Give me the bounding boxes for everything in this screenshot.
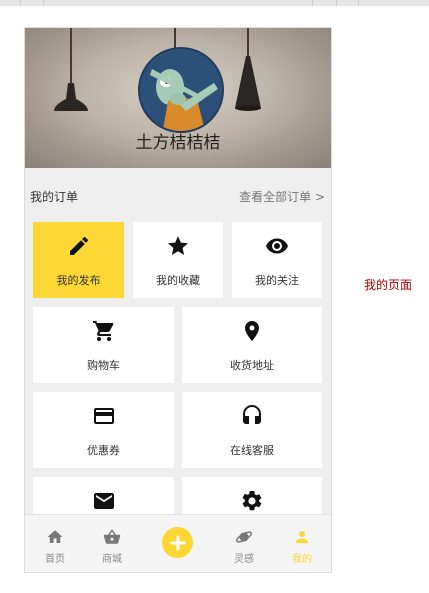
home-icon — [47, 530, 63, 543]
tile-label: 我的关注 — [255, 274, 299, 287]
tile-label: 购物车 — [87, 359, 120, 372]
tile-label: 我的发布 — [56, 274, 101, 287]
top-strip — [0, 0, 429, 6]
tile-my-posts[interactable]: 我的发布 — [33, 222, 124, 298]
basket-icon — [103, 529, 121, 544]
tile-label: 优惠券 — [87, 444, 120, 457]
tile-my-favorites[interactable]: 我的收藏 — [133, 222, 223, 298]
orders-row: 我的订单 查看全部订单 > — [25, 180, 331, 210]
avatar[interactable] — [138, 47, 224, 133]
tab-inspiration[interactable]: 灵感 — [214, 515, 274, 572]
cart-icon — [92, 321, 113, 341]
avatar-image — [140, 49, 222, 131]
lamp-decoration — [51, 28, 91, 118]
add-post-button[interactable] — [162, 527, 193, 558]
tile-my-following[interactable]: 我的关注 — [232, 222, 322, 298]
strip-divider — [20, 0, 21, 6]
tile-cart[interactable]: 购物车 — [33, 307, 174, 383]
headset-icon — [243, 405, 261, 424]
page-caption: 我的页面 — [364, 278, 413, 292]
tab-mine[interactable]: 我的 — [272, 515, 331, 572]
tile-label: 收货地址 — [230, 359, 274, 372]
profile-header: 土方桔桔桔 — [25, 28, 331, 168]
star-icon — [168, 236, 188, 255]
strip-divider — [312, 0, 313, 6]
lamp-decoration — [233, 28, 263, 118]
username: 土方桔桔桔 — [135, 133, 221, 153]
strip-divider — [358, 0, 359, 6]
tile-coupons[interactable]: 优惠券 — [33, 392, 174, 468]
orders-title: 我的订单 — [30, 190, 79, 204]
strip-divider — [336, 0, 337, 6]
tile-customer-service[interactable]: 在线客服 — [182, 392, 322, 468]
view-all-orders-link[interactable]: 查看全部订单 > — [239, 188, 325, 205]
mail-icon — [93, 493, 114, 509]
tab-label: 首页 — [45, 554, 65, 565]
phone-screen: 土方桔桔桔 我的订单 查看全部订单 > 我的发布 我的收藏 我的关注 购物车 收… — [24, 27, 332, 573]
tile-label: 在线客服 — [230, 444, 274, 457]
tile-address[interactable]: 收货地址 — [182, 307, 322, 383]
tab-label: 我的 — [292, 554, 312, 565]
credit-card-icon — [93, 408, 114, 424]
pencil-icon — [69, 236, 88, 255]
tile-label: 我的收藏 — [156, 274, 200, 287]
strip-divider — [43, 0, 44, 6]
planet-icon — [235, 531, 253, 543]
person-icon — [296, 531, 308, 543]
gear-icon — [242, 490, 262, 511]
tab-label: 灵感 — [234, 554, 254, 565]
tab-home[interactable]: 首页 — [25, 515, 85, 572]
bottom-tab-bar: 首页 商城 灵感 我的 — [25, 514, 331, 572]
tab-label: 商城 — [102, 554, 122, 565]
location-pin-icon — [245, 321, 259, 341]
tab-shop[interactable]: 商城 — [82, 515, 142, 572]
eye-icon — [266, 238, 288, 254]
